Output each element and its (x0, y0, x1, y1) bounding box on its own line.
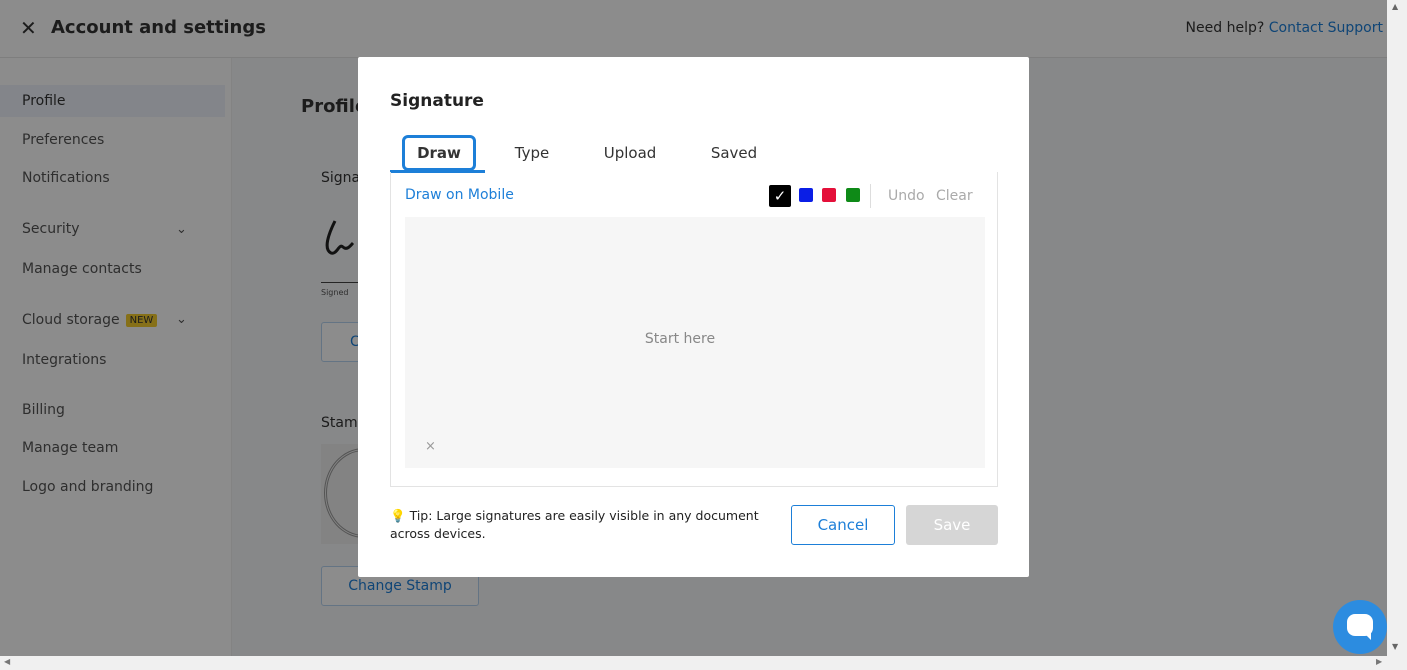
scroll-down-icon[interactable]: ▼ (1392, 642, 1398, 651)
clear-button[interactable]: Clear (936, 188, 973, 204)
canvas-placeholder: Start here (644, 331, 716, 347)
chat-bubble-tail (1363, 632, 1371, 640)
scroll-up-icon[interactable]: ▲ (1392, 2, 1398, 11)
save-button[interactable]: Save (906, 505, 998, 545)
vertical-scrollbar[interactable]: ▲ ▼ (1387, 0, 1407, 656)
undo-button[interactable]: Undo (888, 188, 925, 204)
tab-saved[interactable]: Saved (708, 135, 760, 171)
color-swatch-blue[interactable] (799, 188, 813, 202)
tab-upload[interactable]: Upload (600, 135, 660, 171)
tab-type[interactable]: Type (502, 135, 562, 171)
baseline-x-icon: × (425, 439, 436, 454)
toolbar-divider (870, 184, 871, 208)
checkmark-icon: ✓ (773, 187, 787, 205)
horizontal-scrollbar[interactable]: ◀ ▶ (0, 656, 1407, 670)
draw-panel: Draw on Mobile ✓ Undo Clear Start here × (390, 172, 998, 487)
scroll-right-icon[interactable]: ▶ (1376, 657, 1382, 666)
lightbulb-icon: 💡 (390, 508, 406, 523)
tip-text: 💡 Tip: Large signatures are easily visib… (390, 507, 760, 543)
signature-tabs: Draw Type Upload Saved (390, 135, 998, 173)
tip-message: Tip: Large signatures are easily visible… (390, 508, 759, 541)
scroll-left-icon[interactable]: ◀ (4, 657, 10, 666)
color-swatch-green[interactable] (846, 188, 860, 202)
color-swatch-red[interactable] (822, 188, 836, 202)
draw-on-mobile-link[interactable]: Draw on Mobile (405, 187, 514, 203)
signature-dialog: Signature Draw Type Upload Saved Draw on… (358, 57, 1029, 577)
dialog-title: Signature (390, 91, 484, 111)
color-swatch-black[interactable]: ✓ (769, 185, 791, 207)
tab-draw[interactable]: Draw (402, 135, 476, 171)
cancel-button[interactable]: Cancel (791, 505, 895, 545)
signature-canvas[interactable]: Start here × (405, 217, 985, 468)
chat-support-button[interactable] (1333, 600, 1387, 654)
